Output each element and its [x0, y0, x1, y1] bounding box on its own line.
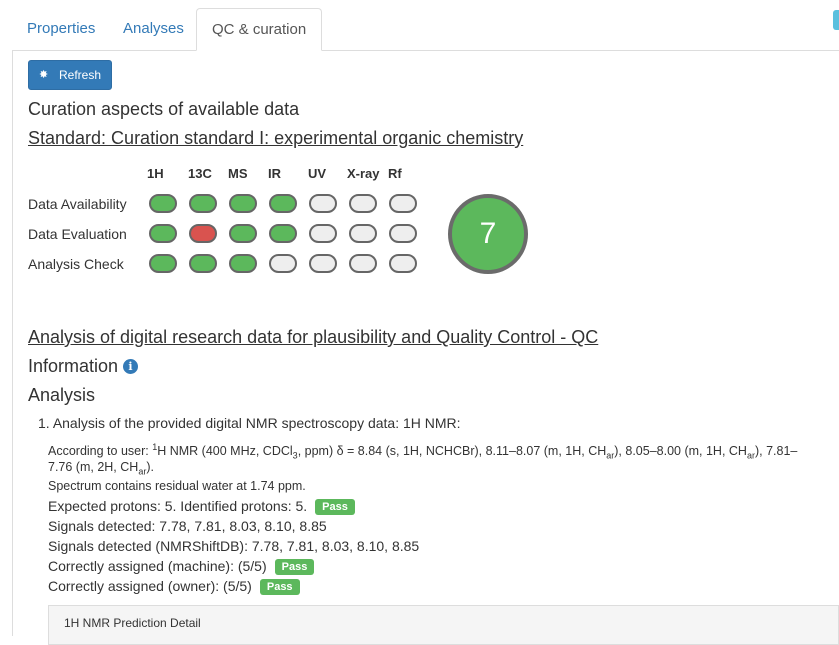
user-text-f: ).	[146, 460, 154, 474]
status-pill-x-ray-empty	[349, 224, 377, 243]
corner-indicator	[833, 10, 839, 30]
user-text-prefix: According to user:	[48, 444, 153, 459]
residual-water-text: Spectrum contains residual water at 1.74…	[48, 479, 306, 493]
signals-detected-text: Signals detected: 7.78, 7.81, 8.03, 8.10…	[48, 518, 327, 534]
row-label-analysis-check: Analysis Check	[28, 256, 124, 272]
assigned-machine-row: Correctly assigned (machine): (5/5) Pass	[48, 558, 315, 575]
status-pill-13c-fail	[189, 224, 217, 243]
prediction-detail-panel[interactable]: 1H NMR Prediction Detail	[48, 605, 839, 645]
col-header-13c: 13C	[188, 166, 212, 181]
user-nmr-text-line2: 7.76 (m, 2H, CHar).	[48, 460, 154, 477]
row-label-availability: Data Availability	[28, 196, 127, 212]
status-pill-uv-empty	[309, 254, 337, 273]
cog-icon: ✸	[39, 69, 49, 81]
curation-standard-link[interactable]: Standard: Curation standard I: experimen…	[28, 128, 523, 149]
col-header-rf: Rf	[388, 166, 402, 181]
col-header-uv: UV	[308, 166, 327, 181]
status-pill-1h-pass	[149, 254, 177, 273]
status-pill-rf-empty	[389, 194, 417, 213]
expected-protons-row: Expected protons: 5. Identified protons:…	[48, 498, 355, 515]
status-pill-ms-pass	[229, 254, 257, 273]
status-pill-ms-pass	[229, 194, 257, 213]
refresh-button[interactable]: ✸ Refresh	[28, 60, 112, 90]
user-text-b: , ppm) δ = 8.84 (s, 1H, NCHCBr), 8.11–8.…	[297, 444, 607, 459]
analysis-heading: Analysis	[28, 385, 96, 405]
status-pill-ir-pass	[269, 224, 297, 243]
user-text-e: 7.76 (m, 2H, CH	[48, 460, 139, 474]
signals-detected-nmrshiftdb-text: Signals detected (NMRShiftDB): 7.78, 7.8…	[48, 538, 420, 554]
status-pill-x-ray-empty	[349, 194, 377, 213]
curation-score-badge: 7	[448, 194, 528, 274]
qc-title-link[interactable]: Analysis of digital research data for pl…	[28, 327, 598, 348]
status-pill-rf-empty	[389, 224, 417, 243]
expected-protons-text: Expected protons: 5. Identified protons:…	[48, 498, 308, 514]
analysis-item-title: 1. Analysis of the provided digital NMR …	[38, 415, 461, 431]
col-header-1h: 1H	[147, 166, 164, 181]
user-nmr-text-line1: According to user: 1H NMR (400 MHz, CDCl…	[48, 442, 797, 461]
tab-bar: Properties Analyses QC & curation	[12, 8, 839, 51]
assigned-machine-text: Correctly assigned (machine): (5/5)	[48, 558, 267, 574]
tab-analyses[interactable]: Analyses	[108, 8, 199, 50]
status-pill-1h-pass	[149, 194, 177, 213]
pass-badge-protons: Pass	[315, 499, 355, 515]
curation-title: Curation aspects of available data	[28, 99, 300, 119]
status-pill-1h-pass	[149, 224, 177, 243]
user-text-c: ), 8.05–8.00 (m, 1H, CH	[614, 444, 747, 459]
status-pill-ir-pass	[269, 194, 297, 213]
assigned-owner-text: Correctly assigned (owner): (5/5)	[48, 578, 252, 594]
refresh-button-label: Refresh	[59, 68, 102, 82]
status-pill-13c-pass	[189, 254, 217, 273]
row-label-evaluation: Data Evaluation	[28, 226, 127, 242]
pass-badge-owner: Pass	[259, 579, 300, 595]
tab-properties[interactable]: Properties	[12, 8, 110, 50]
item-number: 1.	[38, 415, 50, 431]
col-header-ir: IR	[268, 166, 281, 181]
info-circle-icon[interactable]: i	[123, 359, 138, 374]
status-pill-uv-empty	[309, 224, 337, 243]
status-pill-rf-empty	[389, 254, 417, 273]
tab-qc-curation[interactable]: QC & curation	[196, 8, 323, 51]
status-pill-13c-pass	[189, 194, 217, 213]
sub-ar-2: ar	[746, 450, 755, 461]
status-pill-x-ray-empty	[349, 254, 377, 273]
status-pill-ms-pass	[229, 224, 257, 243]
prediction-detail-title: 1H NMR Prediction Detail	[64, 616, 201, 630]
assigned-owner-row: Correctly assigned (owner): (5/5) Pass	[48, 578, 300, 595]
pass-badge-machine: Pass	[274, 559, 315, 575]
status-pill-ir-empty	[269, 254, 297, 273]
information-heading: Information	[28, 356, 119, 376]
user-text-a: H NMR (400 MHz, CDCl	[157, 444, 293, 459]
status-pill-uv-empty	[309, 194, 337, 213]
item-title-text: Analysis of the provided digital NMR spe…	[52, 415, 461, 431]
col-header-xray: X-ray	[347, 166, 380, 181]
user-text-d: ), 7.81–	[754, 444, 798, 459]
col-header-ms: MS	[228, 166, 248, 181]
pane-border	[12, 51, 13, 636]
